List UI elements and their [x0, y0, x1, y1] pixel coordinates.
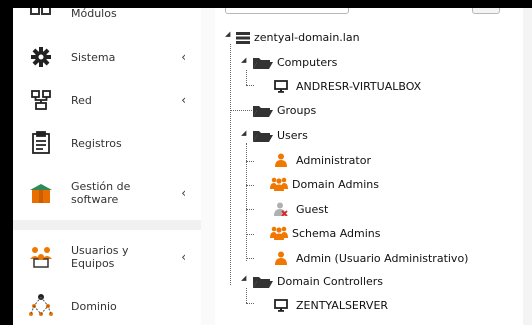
tree-node-label: Schema Admins: [292, 226, 381, 240]
tree-node-label: Domain Controllers: [277, 275, 384, 288]
panel-gap: [201, 8, 215, 325]
chevron-left-icon: ‹: [181, 250, 186, 264]
collapse-arrow-icon[interactable]: ◢: [241, 274, 246, 282]
sidebar-item-gestion-software[interactable]: Gestión de software ‹: [13, 176, 201, 210]
tree-node-label: Groups: [277, 104, 317, 117]
tree-node-computer[interactable]: ZENTYALSERVER: [274, 299, 388, 312]
tree-connector: [246, 209, 254, 210]
folder-open-icon: [253, 275, 273, 288]
sidebar-item-red[interactable]: Red ‹: [13, 85, 201, 115]
chevron-left-icon: ‹: [181, 93, 186, 107]
software-box-icon: [27, 179, 55, 207]
tree-connector: [246, 185, 254, 186]
sidebar-separator: [13, 220, 201, 230]
domain-icon: [27, 292, 55, 320]
tree-connector: [230, 110, 252, 111]
tree-node-label: Guest: [296, 202, 329, 216]
tree-node-label: Users: [277, 129, 308, 142]
monitor-icon: [274, 80, 288, 93]
folder-open-icon: [253, 56, 273, 69]
user-icon: [274, 251, 288, 265]
sidebar-item-modulos[interactable]: Módulos: [13, 8, 201, 24]
sidebar-item-label: Registros: [71, 136, 122, 150]
tree-connector: [230, 44, 231, 285]
sidebar-item-usuarios-equipos[interactable]: Usuarios y Equipos ‹: [13, 240, 201, 274]
network-icon: [27, 86, 55, 114]
tree-node-group[interactable]: Domain Admins: [270, 177, 379, 191]
tree-connector: [246, 234, 254, 235]
tree-node-label: ZENTYALSERVER: [296, 299, 389, 312]
folder-open-icon: [253, 129, 273, 142]
sidebar-item-label: Módulos: [71, 8, 117, 20]
users-group-icon: [27, 243, 55, 271]
tree-node-users[interactable]: Users: [253, 129, 308, 142]
tree-connector: [246, 85, 254, 86]
collapse-arrow-icon[interactable]: ◢: [225, 30, 230, 38]
sidebar-item-registros[interactable]: Registros: [13, 128, 201, 158]
user-disabled-icon: [274, 202, 288, 216]
tree-node-domain-controllers[interactable]: Domain Controllers: [253, 275, 383, 288]
domain-tree-panel: ◢ ◢ ◢ ◢ zentyal-domain.lan Computers AND…: [215, 8, 523, 325]
sidebar-item-label: Sistema: [71, 50, 116, 64]
monitor-icon: [274, 299, 288, 312]
tree-node-label: Domain Admins: [292, 177, 379, 191]
sidebar-item-sistema[interactable]: Sistema ‹: [13, 42, 201, 72]
tree-connector: [246, 70, 247, 85]
folder-open-icon: [253, 104, 273, 117]
sidebar-item-label: Gestión de software: [71, 180, 131, 206]
tree-connector: [246, 288, 247, 303]
tree-node-label: ANDRESR-VIRTUALBOX: [296, 80, 422, 93]
user-group-icon: [270, 177, 288, 191]
server-stack-icon: [236, 31, 250, 44]
user-icon: [274, 153, 288, 167]
tree-node-user-disabled[interactable]: Guest: [274, 202, 328, 216]
tree-node-group[interactable]: Schema Admins: [270, 226, 381, 240]
user-group-icon: [270, 226, 288, 240]
gear-icon: [27, 43, 55, 71]
tree-node-user[interactable]: Administrator: [274, 153, 371, 167]
tree-connector: [246, 303, 254, 304]
tree-node-label: Computers: [277, 56, 338, 69]
tree-node-label: Administrator: [296, 153, 371, 167]
tree-node-domain[interactable]: zentyal-domain.lan: [236, 31, 360, 44]
tree-node-label: Admin (Usuario Administrativo): [296, 251, 469, 265]
sidebar-item-label: Red: [71, 93, 92, 107]
collapse-arrow-icon[interactable]: ◢: [241, 129, 246, 137]
tree-node-groups[interactable]: Groups: [253, 104, 316, 117]
clipboard-icon: [27, 129, 55, 157]
tree-node-user[interactable]: Admin (Usuario Administrativo): [274, 251, 468, 265]
tree-connector: [246, 258, 254, 259]
sidebar-item-dominio[interactable]: Dominio: [13, 291, 201, 321]
sidebar-item-label: Usuarios y Equipos: [71, 244, 129, 270]
tree-connector: [246, 161, 254, 162]
search-input[interactable]: [225, 8, 349, 14]
chevron-left-icon: ‹: [181, 186, 186, 200]
chevron-left-icon: ‹: [181, 50, 186, 64]
sidebar-item-label: Dominio: [71, 299, 117, 313]
modules-icon: [27, 8, 55, 27]
collapse-arrow-icon[interactable]: ◢: [241, 56, 246, 64]
tree-node-label: zentyal-domain.lan: [254, 31, 360, 44]
toolbar-button[interactable]: [472, 8, 500, 14]
sidebar: Módulos Sistema ‹ Red ‹ Registros Gestió…: [13, 8, 201, 325]
right-edge: [523, 8, 532, 325]
tree-node-computers[interactable]: Computers: [253, 56, 337, 69]
tree-node-computer[interactable]: ANDRESR-VIRTUALBOX: [274, 80, 421, 93]
